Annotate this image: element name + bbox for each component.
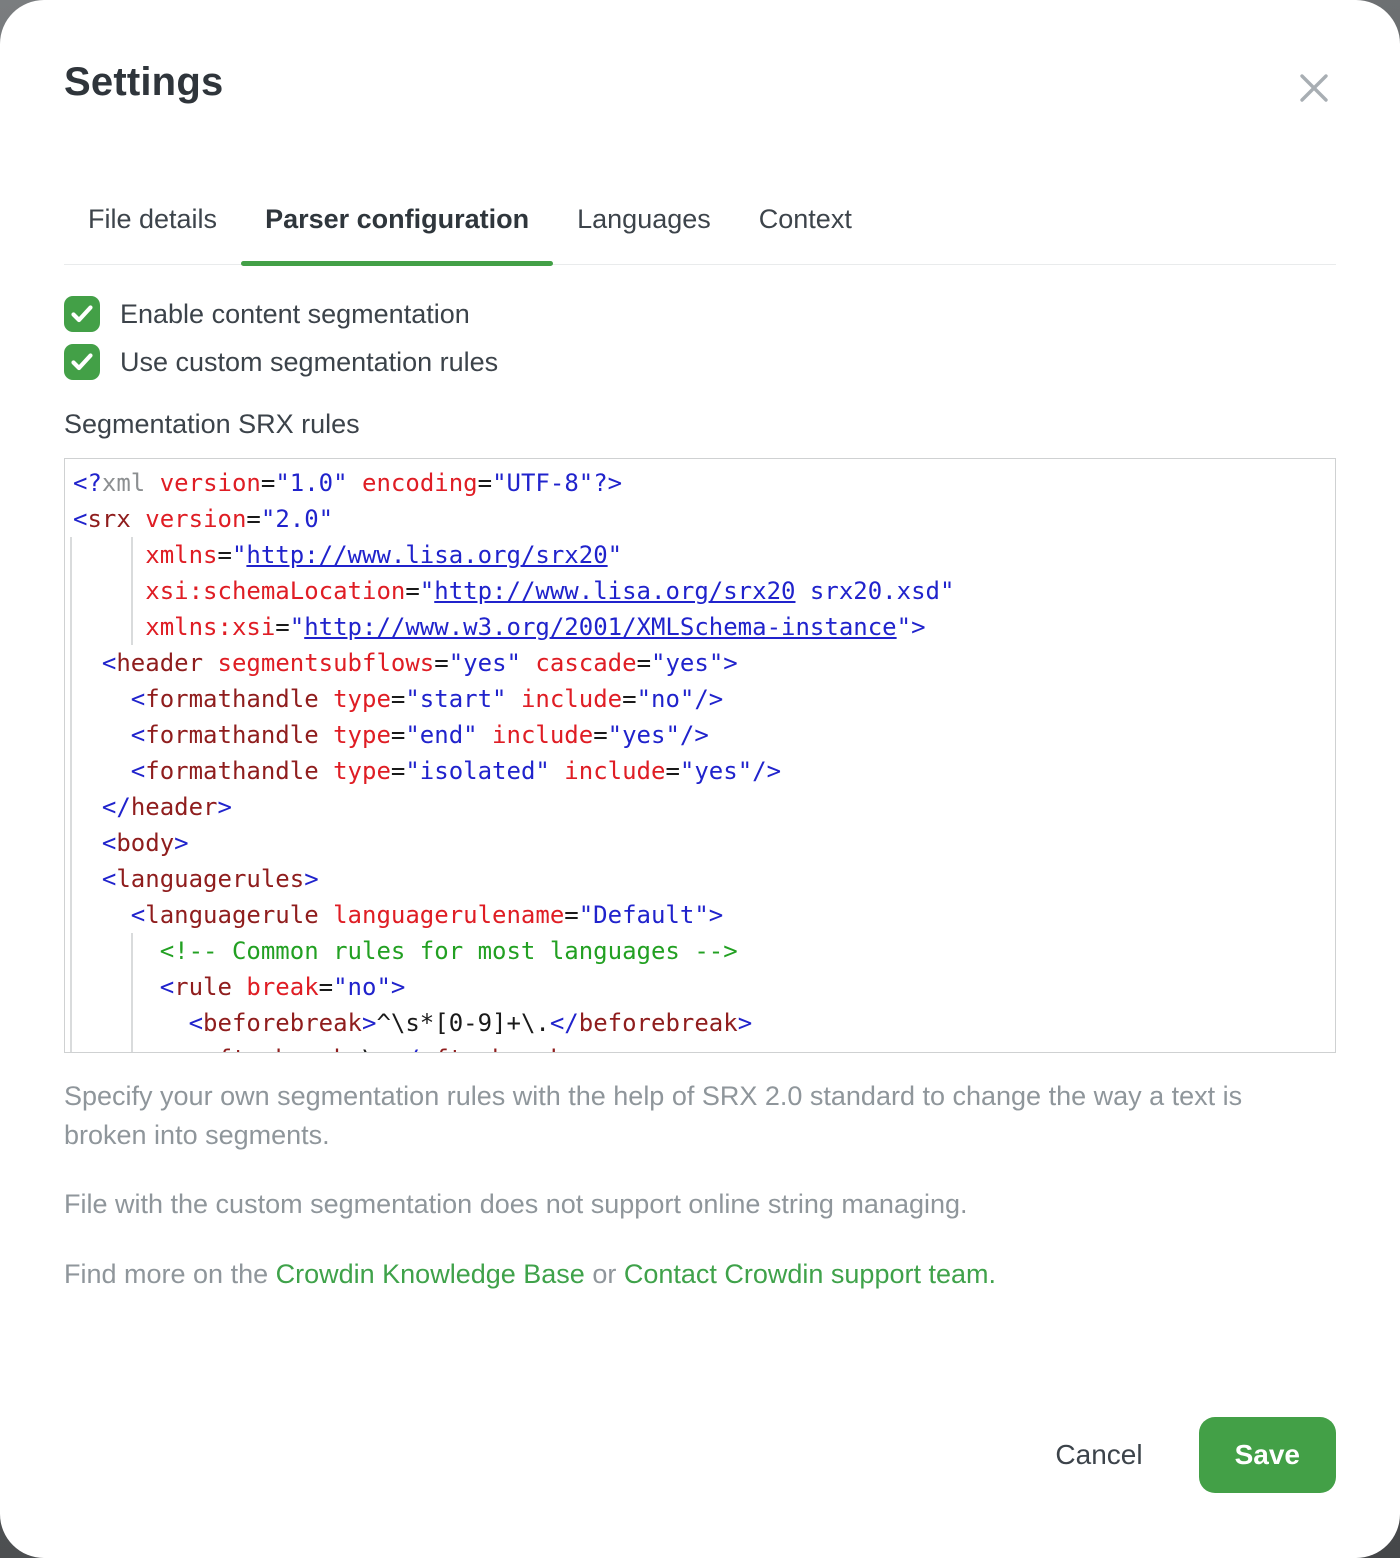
code-line: <formathandle type="isolated" include="y… xyxy=(73,753,1327,789)
code-line: <rule break="no"> xyxy=(73,969,1327,1005)
checkmark-icon xyxy=(69,349,95,375)
indent-guide xyxy=(131,537,133,645)
indent-guide xyxy=(131,933,133,1052)
code-line: <beforebreak>^\s*[0-9]+\.</beforebreak> xyxy=(73,1005,1327,1041)
code-line: <afterbreak>\s</afterbreak> xyxy=(73,1041,1327,1053)
checkbox-checked[interactable] xyxy=(64,344,100,380)
checkbox-checked[interactable] xyxy=(64,296,100,332)
tab-context[interactable]: Context xyxy=(735,202,876,264)
tab-parser-configuration[interactable]: Parser configuration xyxy=(241,202,553,264)
code-line: xmlns:xsi="http://www.w3.org/2001/XMLSch… xyxy=(73,609,1327,645)
modal-title: Settings xyxy=(64,0,1336,106)
code-line: <?xml version="1.0" encoding="UTF-8"?> xyxy=(73,465,1327,501)
option-label: Use custom segmentation rules xyxy=(120,344,498,380)
find-more-period: . xyxy=(989,1259,997,1289)
option-row: Enable content segmentation xyxy=(64,296,1336,332)
find-more-prefix: Find more on the xyxy=(64,1259,276,1289)
save-button[interactable]: Save xyxy=(1199,1417,1336,1493)
modal-footer: Cancel Save xyxy=(1035,1417,1336,1493)
help-text-online-managing: File with the custom segmentation does n… xyxy=(64,1185,1284,1224)
knowledge-base-link[interactable]: Crowdin Knowledge Base xyxy=(276,1259,585,1289)
code-line: <languagerules> xyxy=(73,861,1327,897)
help-text-segmentation: Specify your own segmentation rules with… xyxy=(64,1077,1284,1155)
option-label: Enable content segmentation xyxy=(120,296,470,332)
code-line: <formathandle type="end" include="yes"/> xyxy=(73,717,1327,753)
code-line: <header segmentsubflows="yes" cascade="y… xyxy=(73,645,1327,681)
code-line: <languagerule languagerulename="Default"… xyxy=(73,897,1327,933)
close-icon xyxy=(1296,70,1332,106)
indent-guide xyxy=(70,537,72,1052)
tabs: File detailsParser configurationLanguage… xyxy=(64,202,1336,265)
code-line: <formathandle type="start" include="no"/… xyxy=(73,681,1327,717)
code-line: <!-- Common rules for most languages --> xyxy=(73,933,1327,969)
help-text-find-more: Find more on the Crowdin Knowledge Base … xyxy=(64,1255,1284,1294)
code-line: </header> xyxy=(73,789,1327,825)
settings-modal: Settings File detailsParser configuratio… xyxy=(0,0,1400,1558)
cancel-button[interactable]: Cancel xyxy=(1035,1429,1162,1481)
options-list: Enable content segmentation Use custom se… xyxy=(64,296,1336,380)
code-line: <body> xyxy=(73,825,1327,861)
contact-support-link[interactable]: Contact Crowdin support team xyxy=(624,1259,989,1289)
code-line: <srx version="2.0" xyxy=(73,501,1327,537)
editor-label: Segmentation SRX rules xyxy=(64,407,1336,441)
code-content[interactable]: <?xml version="1.0" encoding="UTF-8"?><s… xyxy=(65,459,1335,1053)
option-row: Use custom segmentation rules xyxy=(64,344,1336,380)
close-button[interactable] xyxy=(1296,70,1332,106)
tab-languages[interactable]: Languages xyxy=(553,202,735,264)
find-more-or: or xyxy=(585,1259,624,1289)
tab-file-details[interactable]: File details xyxy=(64,202,241,264)
code-line: xsi:schemaLocation="http://www.lisa.org/… xyxy=(73,573,1327,609)
srx-code-editor[interactable]: <?xml version="1.0" encoding="UTF-8"?><s… xyxy=(64,458,1336,1053)
code-line: xmlns="http://www.lisa.org/srx20" xyxy=(73,537,1327,573)
checkmark-icon xyxy=(69,301,95,327)
